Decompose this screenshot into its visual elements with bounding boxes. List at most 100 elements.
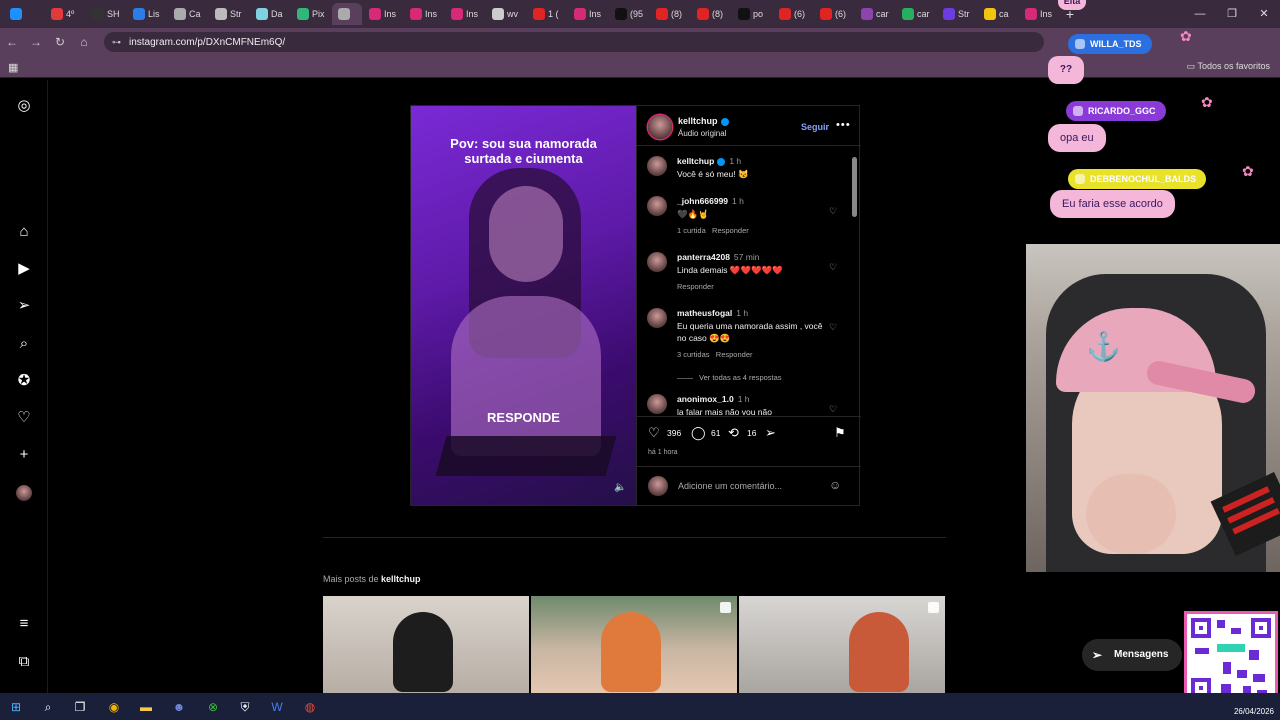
post-thumbnail[interactable] <box>531 596 737 693</box>
search-icon[interactable]: ⌕ <box>14 334 34 354</box>
comment-username[interactable]: anonimox_1.0 1 h <box>677 394 750 404</box>
also-from-meta-icon[interactable]: ⧉ <box>14 652 34 672</box>
word-app-icon[interactable]: W <box>267 697 287 717</box>
browser-tab[interactable]: Ins <box>363 3 403 25</box>
profile-avatar[interactable] <box>14 483 34 503</box>
minimize-button[interactable]: — <box>1184 0 1216 28</box>
share-icon[interactable]: ➢ <box>765 425 776 441</box>
browser-tab[interactable]: (8) <box>691 3 731 25</box>
back-button[interactable]: ← <box>0 35 24 49</box>
post-video[interactable]: Pov: sou sua namorada surtada e ciumenta… <box>411 106 636 505</box>
repost-icon[interactable]: ⟲ <box>728 425 739 441</box>
browser-tab[interactable]: wv <box>486 3 526 25</box>
comment-avatar[interactable] <box>647 156 667 176</box>
chrome-app-icon[interactable]: ◉ <box>104 697 124 717</box>
like-comment-heart-icon[interactable]: ♡ <box>829 206 837 217</box>
url-input[interactable]: ⊶ instagram.com/p/DXnCMFNEm6Q/ <box>104 32 1044 52</box>
discord-app-icon[interactable]: ☻ <box>169 697 189 717</box>
reels-icon[interactable]: ▶ <box>14 259 34 279</box>
comments-list[interactable]: kelltchup 1 h Você é só meu! 😼 _john66699… <box>637 147 861 415</box>
comment-username[interactable]: matheusfogal 1 h <box>677 308 748 318</box>
comment-avatar[interactable] <box>647 308 667 328</box>
browser-tab[interactable]: (6) <box>814 3 854 25</box>
direct-icon[interactable]: ➢ <box>14 296 34 316</box>
post-time[interactable]: há 1 hora <box>648 449 678 456</box>
like-comment-heart-icon[interactable]: ♡ <box>829 404 837 415</box>
browser-tab[interactable]: ca <box>978 3 1018 25</box>
home-button[interactable]: ⌂ <box>72 35 96 49</box>
browser-tab[interactable]: Str <box>209 3 249 25</box>
like-comment-heart-icon[interactable]: ♡ <box>829 322 837 333</box>
more-options-icon[interactable]: • • • <box>836 119 850 131</box>
browser-tab[interactable]: (8) <box>650 3 690 25</box>
menu-icon[interactable]: ≡ <box>14 614 34 634</box>
scrollbar-thumb[interactable] <box>852 157 857 217</box>
browser-tab[interactable]: Ins <box>445 3 485 25</box>
browser-tab[interactable]: Da <box>250 3 290 25</box>
like-heart-icon[interactable]: ♡ <box>648 425 660 441</box>
comment-avatar[interactable] <box>647 196 667 216</box>
file-explorer-icon[interactable]: ▬ <box>136 697 156 717</box>
browser-tab[interactable]: 1 ( <box>527 3 567 25</box>
more-posts-user-link[interactable]: kelltchup <box>381 574 421 584</box>
browser-tab[interactable]: SH <box>86 3 126 25</box>
browser-tab[interactable] <box>4 3 44 25</box>
browser-tab[interactable]: Ca <box>168 3 208 25</box>
browser-tab[interactable]: Ins <box>568 3 608 25</box>
browser-tab[interactable]: po <box>732 3 772 25</box>
post-thumbnail[interactable] <box>739 596 945 693</box>
browser-tab[interactable]: Ins <box>1019 3 1059 25</box>
maximize-button[interactable]: ❐ <box>1216 0 1248 28</box>
reply-button[interactable]: Responder <box>712 226 749 235</box>
forward-button[interactable]: → <box>24 35 48 49</box>
all-bookmarks-button[interactable]: ▭ Todos os favoritos <box>1187 61 1270 72</box>
home-icon[interactable]: ⌂ <box>14 222 34 242</box>
browser-tab[interactable]: Pix <box>291 3 331 25</box>
browser-tab[interactable]: (6) <box>773 3 813 25</box>
app-shield-icon[interactable]: ⛨ <box>235 697 255 717</box>
post-thumbnail[interactable] <box>323 596 529 693</box>
close-window-button[interactable]: ✕ <box>1248 0 1280 28</box>
browser-tab[interactable]: Ins <box>404 3 444 25</box>
site-info-icon[interactable]: ⊶ <box>112 37 121 48</box>
audio-label[interactable]: Áudio original <box>678 129 726 138</box>
author-username[interactable]: kelltchup <box>678 116 729 126</box>
comment-icon[interactable]: ◯ <box>691 425 706 441</box>
task-view-icon[interactable]: ❐ <box>70 697 90 717</box>
like-count[interactable]: 396 <box>667 428 681 438</box>
like-comment-heart-icon[interactable]: ♡ <box>829 262 837 273</box>
follow-button[interactable]: Seguir <box>801 122 829 132</box>
comment-username[interactable]: _john666999 1 h <box>677 196 744 206</box>
comment-likes[interactable]: 3 curtidas <box>677 350 710 359</box>
author-avatar[interactable] <box>648 115 672 139</box>
comment-avatar[interactable] <box>647 394 667 414</box>
comment-avatar[interactable] <box>647 252 667 272</box>
obs-app-icon[interactable]: ◍ <box>300 697 320 717</box>
comment-likes[interactable]: 1 curtida <box>677 226 706 235</box>
taskbar-search-icon[interactable]: ⌕ <box>38 697 58 717</box>
reload-button[interactable]: ↻ <box>48 35 72 49</box>
create-icon[interactable]: + <box>14 445 34 465</box>
notifications-heart-icon[interactable]: ♡ <box>14 408 34 428</box>
browser-tab[interactable]: car <box>855 3 895 25</box>
audio-toggle-icon[interactable]: 🔈 <box>614 482 626 493</box>
reply-button[interactable]: Responder <box>677 282 714 291</box>
reply-button[interactable]: Responder <box>716 350 753 359</box>
view-replies-button[interactable]: Ver todas as 4 respostas <box>677 373 782 382</box>
browser-tab[interactable]: Str <box>937 3 977 25</box>
browser-tab[interactable]: Lis <box>127 3 167 25</box>
instagram-logo-icon[interactable]: ◎ <box>14 96 34 116</box>
browser-tab[interactable] <box>332 3 362 25</box>
browser-tab[interactable]: car <box>896 3 936 25</box>
apps-grid-icon[interactable]: ▦ <box>8 61 18 74</box>
comment-username[interactable]: panterra4208 57 min <box>677 252 759 262</box>
explore-icon[interactable]: ✪ <box>14 371 34 391</box>
emoji-icon[interactable]: ☺ <box>829 478 841 492</box>
comments-scrollbar[interactable] <box>852 149 857 409</box>
start-windows-icon[interactable]: ⊞ <box>6 697 26 717</box>
comment-username[interactable]: kelltchup 1 h <box>677 156 741 166</box>
browser-tab[interactable]: (95 <box>609 3 649 25</box>
messages-button[interactable]: ➢ Mensagens <box>1082 639 1182 671</box>
add-comment-input[interactable]: Adicione um comentário... <box>678 481 782 491</box>
browser-tab[interactable]: 4º <box>45 3 85 25</box>
